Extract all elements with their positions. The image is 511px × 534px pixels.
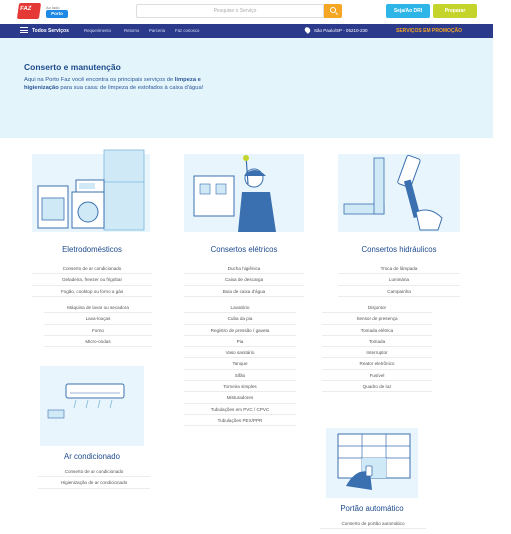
category-title-consertos-hidraulicos[interactable]: Consertos hidráulicos <box>338 245 460 254</box>
list-item[interactable]: Fogão, cooktop ou forno a gás <box>32 286 152 297</box>
list-item[interactable]: Troca de lâmpada <box>338 263 460 275</box>
category-title-ar-condicionado[interactable]: Ar condicionado <box>40 452 144 461</box>
preparar-button[interactable]: Preparar <box>433 4 477 18</box>
page-title: Conserto e manutenção <box>24 62 121 72</box>
list-item[interactable]: Sifão <box>184 370 296 382</box>
list-item[interactable]: Geladeira, freezer ou frigobar <box>32 274 152 286</box>
location-pin-icon <box>303 26 312 34</box>
list-item[interactable]: Lava-louças <box>44 313 152 325</box>
list-item[interactable]: Lavatório <box>184 302 296 314</box>
list-item[interactable]: Cuba da pia <box>184 313 296 325</box>
electrician-illustration <box>184 154 304 232</box>
air-conditioner-illustration <box>40 366 144 446</box>
list-item[interactable]: Vaso sanitário <box>184 347 296 359</box>
list-item[interactable]: Torneira simples <box>184 381 296 393</box>
category-title-consertos-eletricos[interactable]: Consertos elétricos <box>184 245 304 254</box>
search-input[interactable]: Pesquise o Serviço <box>136 4 324 18</box>
search-button[interactable] <box>324 4 342 18</box>
nav-link-requerimento[interactable]: Requerimento <box>84 28 111 33</box>
promo-link[interactable]: SERVIÇOS EM PROMOÇÃO <box>396 28 462 34</box>
list-item[interactable]: Conserto de portão automático <box>320 518 426 530</box>
hamburger-icon <box>20 27 28 33</box>
nav-bar: Todos Serviços Requerimento Retorno Parc… <box>0 24 493 38</box>
all-services-label: Todos Serviços <box>32 28 69 34</box>
list-item[interactable]: Luminária <box>338 274 460 286</box>
list-item[interactable]: Reator eletrônico <box>322 358 432 370</box>
location-text: São Paulo/SP - 05210-230 <box>314 28 368 33</box>
list-consertos-hidraulicos-continued: Disjuntor Sensor de presença Tomada elét… <box>322 302 432 393</box>
list-item[interactable]: Conserto de ar condicionado <box>38 466 150 478</box>
hero-description: Aqui na Porto Faz você encontra os princ… <box>24 76 212 92</box>
list-item[interactable]: Tubulações em PVC / CPVC <box>184 404 296 415</box>
list-item[interactable]: Tanque <box>184 358 296 370</box>
logo-text: FAZ <box>19 6 32 12</box>
plumbing-illustration <box>338 154 460 232</box>
list-consertos-hidraulicos: Troca de lâmpada Luminária Campainha <box>338 263 460 297</box>
nav-link-retorno[interactable]: Retorno <box>124 28 139 33</box>
automatic-gate-illustration <box>326 428 418 498</box>
list-item[interactable]: Sensor de presença <box>322 313 432 325</box>
list-item[interactable]: Forno <box>44 325 152 336</box>
seja-button[interactable]: Seja/Ao DRI <box>386 4 430 18</box>
location-selector[interactable]: São Paulo/SP - 05210-230 <box>303 26 368 34</box>
list-item[interactable]: Misturadores <box>184 392 296 404</box>
hero-banner: Conserto e manutenção Aqui na Porto Faz … <box>0 38 493 138</box>
top-header: FAZ Ao lado Porto Pesquise o Serviço Sej… <box>0 0 511 24</box>
list-item[interactable]: Disjuntor <box>322 302 432 314</box>
category-title-eletrodomesticos[interactable]: Eletrodomésticos <box>32 245 152 254</box>
list-portao-automatico: Conserto de portão automático <box>320 518 426 530</box>
list-item[interactable]: Ducha higiênica <box>184 263 304 275</box>
list-item[interactable]: Tomada <box>322 336 432 348</box>
list-item[interactable]: Campainha <box>338 286 460 297</box>
list-eletrodomesticos-continued: Máquina de lavar ou secadora Lava-louças… <box>44 302 152 348</box>
list-item[interactable]: Caixa de descarga <box>184 274 304 286</box>
partner-bottom-text: Porto <box>46 10 68 18</box>
list-item[interactable]: Fusível <box>322 370 432 382</box>
hero-text-1: Aqui na Porto Faz você encontra os princ… <box>24 77 175 83</box>
search-icon <box>330 7 336 13</box>
nav-link-parceria[interactable]: Parceria <box>149 28 165 33</box>
list-item[interactable]: Tomada elétrica <box>322 325 432 336</box>
list-item[interactable]: Quadro de luz <box>322 381 432 393</box>
list-consertos-eletricos: Ducha higiênica Caixa de descarga Boia d… <box>184 263 304 297</box>
appliances-illustration <box>32 149 150 232</box>
list-item[interactable]: Registro de pressão / gaveta <box>184 325 296 336</box>
nav-link-faz-conosco[interactable]: Faz conosco <box>175 28 199 33</box>
list-item[interactable]: Tubulações PEX/PPR <box>184 415 296 427</box>
list-item[interactable]: Interruptor <box>322 347 432 359</box>
list-item[interactable]: Boia de caixa d'água <box>184 286 304 297</box>
list-eletrodomesticos: Conserto de ar condicionado Geladeira, f… <box>32 263 152 297</box>
list-item[interactable]: Higienização de ar condicionado <box>38 477 150 489</box>
partner-logo[interactable]: Ao lado Porto <box>46 5 68 18</box>
list-item[interactable]: Máquina de lavar ou secadora <box>44 302 152 314</box>
category-title-portao-automatico[interactable]: Portão automático <box>326 504 418 513</box>
list-ar-condicionado: Conserto de ar condicionado Higienização… <box>38 466 150 489</box>
list-item[interactable]: Conserto de ar condicionado <box>32 263 152 275</box>
list-item[interactable]: Pia <box>184 336 296 348</box>
hero-text-2: para sua casa: de limpeza de estofados à… <box>58 85 204 92</box>
list-item[interactable]: Micro-ondas <box>44 336 152 348</box>
list-consertos-eletricos-continued: Lavatório Cuba da pia Registro de pressã… <box>184 302 296 427</box>
all-services-menu[interactable]: Todos Serviços <box>20 27 69 34</box>
